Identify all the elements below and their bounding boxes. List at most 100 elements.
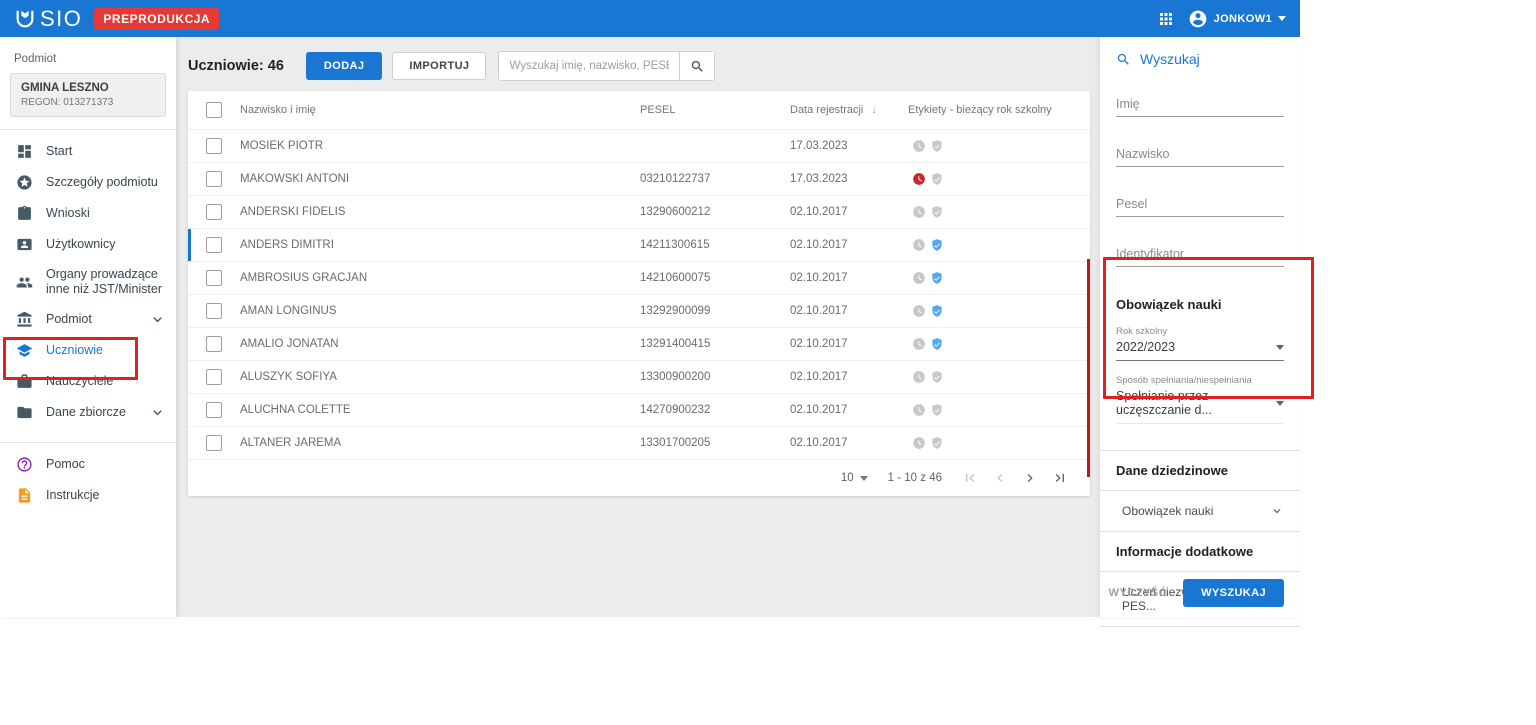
table-row[interactable]: AMBROSIUS GRACJAN 14210600075 02.10.2017 xyxy=(188,262,1090,295)
sidebar-footer-nav: Pomoc Instrukcje xyxy=(0,449,176,511)
cell-labels xyxy=(908,337,1090,351)
first-page-icon[interactable] xyxy=(962,470,978,486)
sidebar-item-szczegoly-podmiotu[interactable]: Szczegóły podmiotu xyxy=(0,167,176,198)
table-row[interactable]: ALTANER JAREMA 13301700205 02.10.2017 xyxy=(188,427,1090,460)
row-checkbox[interactable] xyxy=(206,138,222,154)
row-checkbox[interactable] xyxy=(206,336,222,352)
cell-pesel: 14210600075 xyxy=(640,272,711,284)
table-row[interactable]: ALUCHNA COLETTE 14270900232 02.10.2017 xyxy=(188,394,1090,427)
row-checkbox[interactable] xyxy=(206,237,222,253)
table-row[interactable]: AMAN LONGINUS 13292900099 02.10.2017 xyxy=(188,295,1090,328)
search-submit-button[interactable]: WYSZUKAJ xyxy=(1183,579,1284,607)
column-header-date[interactable]: Data rejestracji ↓ xyxy=(788,104,908,116)
cell-name: ANDERSKI FIDELIS xyxy=(240,206,346,218)
add-button[interactable]: DODAJ xyxy=(305,52,383,80)
cell-pesel: 14211300615 xyxy=(640,239,710,251)
quick-search-button[interactable] xyxy=(680,52,715,80)
cell-labels xyxy=(908,370,1090,384)
clear-filters-button[interactable]: WYCZYŚĆ xyxy=(1103,579,1174,607)
last-name-field[interactable] xyxy=(1116,144,1284,167)
column-header-labels: Etykiety - bieżący rok szkolny xyxy=(908,104,1052,116)
table-row[interactable]: ALUSZYK SOFIYA 13300900200 02.10.2017 xyxy=(188,361,1090,394)
sidebar-item-wnioski[interactable]: Wnioski xyxy=(0,198,176,229)
clock-status-icon xyxy=(912,337,926,351)
scrollbar-thumb[interactable] xyxy=(1087,259,1090,477)
cell-date: 02.10.2017 xyxy=(790,272,848,284)
apps-grid-icon[interactable] xyxy=(1157,10,1175,28)
assignment-icon xyxy=(16,205,33,222)
row-checkbox[interactable] xyxy=(206,435,222,451)
cell-labels xyxy=(908,436,1090,450)
pesel-field[interactable] xyxy=(1116,194,1284,217)
sidebar-item-nauczyciele[interactable]: Nauczyciele xyxy=(0,366,176,397)
shield-status-icon xyxy=(930,370,944,384)
last-page-icon[interactable] xyxy=(1052,470,1068,486)
user-menu[interactable]: JONKOW1 xyxy=(1188,9,1286,29)
cell-pesel: 13301700205 xyxy=(640,437,711,449)
sort-desc-icon[interactable]: ↓ xyxy=(871,104,877,116)
sidebar: Podmiot GMINA LESZNO REGON: 013271373 St… xyxy=(0,37,176,617)
cell-date: 17.03.2023 xyxy=(790,173,848,185)
cell-date: 02.10.2017 xyxy=(790,239,848,251)
quick-search-input[interactable] xyxy=(499,60,680,72)
sidebar-divider xyxy=(0,442,176,443)
school-year-select[interactable]: 2022/2023 xyxy=(1116,337,1284,361)
sidebar-item-uczniowie[interactable]: Uczniowie xyxy=(0,335,176,366)
column-header-pesel[interactable]: PESEL xyxy=(628,104,788,116)
chevron-down-icon xyxy=(149,404,166,421)
cell-pesel: 13300900200 xyxy=(640,371,711,383)
sidebar-item-start[interactable]: Start xyxy=(0,136,176,167)
first-name-field[interactable] xyxy=(1116,94,1284,117)
row-checkbox[interactable] xyxy=(206,402,222,418)
cell-labels xyxy=(908,403,1090,417)
students-table-card: Nazwisko i imię PESEL Data rejestracji ↓ … xyxy=(188,91,1090,496)
shield-status-icon xyxy=(930,271,944,285)
sidebar-item-pomoc[interactable]: Pomoc xyxy=(0,449,176,480)
cell-pesel: 14270900232 xyxy=(640,404,711,416)
next-page-icon[interactable] xyxy=(1022,470,1038,486)
identifier-field[interactable] xyxy=(1116,244,1284,267)
cell-name: MOSIEK PIOTR xyxy=(240,140,324,152)
row-checkbox[interactable] xyxy=(206,303,222,319)
table-row[interactable]: MAKOWSKI ANTONI 03210122737 17.03.2023 xyxy=(188,163,1090,196)
sidebar-item-organy-prowadzace[interactable]: Organy prowadzące inne niż JST/Minister xyxy=(0,260,176,304)
sidebar-item-dane-zbiorcze[interactable]: Dane zbiorcze xyxy=(0,397,176,428)
cell-date: 02.10.2017 xyxy=(790,305,848,317)
table-row[interactable]: ANDERSKI FIDELIS 13290600212 02.10.2017 xyxy=(188,196,1090,229)
table-row[interactable]: ANDERS DIMITRI 14211300615 02.10.2017 xyxy=(188,229,1090,262)
table-row[interactable]: MOSIEK PIOTR 17.03.2023 xyxy=(188,130,1090,163)
fulfillment-select[interactable]: Spełnianie przez uczęszczanie d... xyxy=(1116,386,1284,424)
table-row[interactable]: AMALIO JONATAN 13291400415 02.10.2017 xyxy=(188,328,1090,361)
shield-status-icon xyxy=(930,304,944,318)
cell-date: 02.10.2017 xyxy=(790,338,848,350)
domain-data-item-school-duty[interactable]: Obowiązek nauki xyxy=(1116,491,1284,531)
sidebar-item-podmiot[interactable]: Podmiot xyxy=(0,304,176,335)
cell-name: AMALIO JONATAN xyxy=(240,338,339,350)
pagination: 10 1 - 10 z 46 xyxy=(188,460,1090,496)
select-all-checkbox[interactable] xyxy=(206,102,222,118)
logo-text: SIO xyxy=(40,5,83,31)
row-checkbox[interactable] xyxy=(206,204,222,220)
row-checkbox[interactable] xyxy=(206,171,222,187)
row-checkbox[interactable] xyxy=(206,270,222,286)
filter-panel: Wyszukaj Obowiązek nauki Rok szkolny 202… xyxy=(1100,37,1300,627)
sidebar-item-instrukcje[interactable]: Instrukcje xyxy=(0,480,176,511)
cell-name: ALTANER JAREMA xyxy=(240,437,342,449)
cell-labels xyxy=(908,139,1090,153)
page-size-select[interactable]: 10 xyxy=(841,472,868,484)
sidebar-item-uzytkownicy[interactable]: Użytkownicy xyxy=(0,229,176,260)
cell-name: ALUCHNA COLETTE xyxy=(240,404,351,416)
cell-labels xyxy=(908,271,1090,285)
dashboard-icon xyxy=(16,143,33,160)
cell-date: 17.03.2023 xyxy=(790,140,848,152)
row-checkbox[interactable] xyxy=(206,369,222,385)
previous-page-icon[interactable] xyxy=(992,470,1008,486)
pagination-range: 1 - 10 z 46 xyxy=(887,472,942,484)
chevron-down-icon xyxy=(1276,400,1284,406)
import-button[interactable]: IMPORTUJ xyxy=(392,52,487,80)
column-header-name[interactable]: Nazwisko i imię xyxy=(238,104,628,116)
shield-status-icon xyxy=(930,205,944,219)
cell-labels xyxy=(908,238,1090,252)
cell-name: AMAN LONGINUS xyxy=(240,305,337,317)
quick-search xyxy=(498,51,716,81)
